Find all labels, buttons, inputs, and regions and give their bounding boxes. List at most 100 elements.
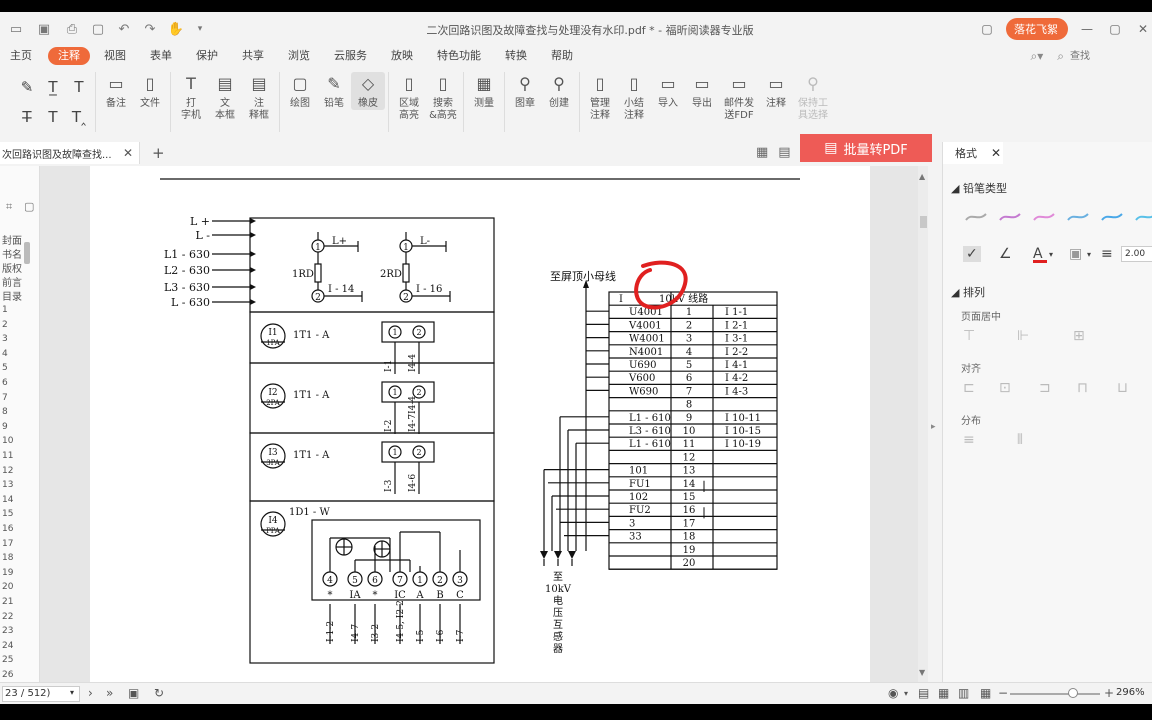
rotate-page-icon[interactable]: ↻ <box>154 686 164 700</box>
page-dropdown-icon[interactable]: ▾ <box>70 688 74 697</box>
pencil-style-swatch[interactable] <box>997 206 1023 226</box>
zoom-slider-knob[interactable] <box>1068 688 1078 698</box>
pencil-tool[interactable]: ✎ 铅笔 <box>317 72 351 110</box>
redo-icon[interactable]: ↷ <box>140 19 160 39</box>
menu-help[interactable]: 帮助 <box>541 47 583 65</box>
squiggly-text-icon[interactable]: T <box>66 72 92 102</box>
customize-dropdown-icon[interactable]: ▾ <box>190 19 210 39</box>
page-number-field[interactable]: 23 / 512) <box>2 686 80 702</box>
outline-line-number[interactable]: 24 <box>2 641 13 651</box>
typewriter-tool[interactable]: T 打 字机 <box>174 72 208 122</box>
manage-comments-tool[interactable]: ▯ 管理 注释 <box>583 72 617 122</box>
align-bottom-icon[interactable]: ⊔ <box>1117 380 1128 396</box>
insert-text-icon[interactable]: T‸ <box>66 102 92 132</box>
list-view-icon[interactable]: ▤ <box>778 145 790 160</box>
document-view[interactable]: ◂ L +L -L1 - 630L2 - 630L3 - 630L - 6301… <box>40 166 928 682</box>
outline-line-number[interactable]: 1 <box>2 305 8 315</box>
shape-tool[interactable]: ▢ 绘图 <box>283 72 317 110</box>
zoom-level[interactable]: 296% <box>1116 687 1145 698</box>
center-both-icon[interactable]: ⊞ <box>1073 328 1085 344</box>
outline-line-number[interactable]: 21 <box>2 597 13 607</box>
distribute-vertical-icon[interactable]: ⫴ <box>1017 432 1023 448</box>
create-stamp-tool[interactable]: ⚲ 创建 <box>542 72 576 110</box>
zoom-slider[interactable] <box>1010 693 1100 695</box>
document-scrollbar[interactable]: ▲ ▼ <box>918 166 928 682</box>
pencil-style-swatch[interactable] <box>963 206 989 226</box>
close-tab-icon[interactable]: ✕ <box>123 146 133 160</box>
import-tool[interactable]: ▭ 导入 <box>651 72 685 110</box>
bookmark-icon[interactable]: ⌗ <box>6 200 12 214</box>
new-tab-icon[interactable]: + <box>152 144 165 162</box>
minimize-icon[interactable]: — <box>1078 20 1096 38</box>
open-folder-icon[interactable]: ▭ <box>6 19 26 39</box>
outline-line-number[interactable]: 11 <box>2 451 13 461</box>
maximize-icon[interactable]: ▢ <box>1106 20 1124 38</box>
outline-line-number[interactable]: 10 <box>2 436 13 446</box>
pencil-style-swatch[interactable] <box>1031 206 1057 226</box>
file-attach-tool[interactable]: ▯ 文件 <box>133 72 167 110</box>
collapse-right-icon[interactable]: ▸ <box>931 422 936 432</box>
comment-tool[interactable]: ▭ 注释 <box>759 72 793 110</box>
menu-browse[interactable]: 浏览 <box>278 47 320 65</box>
summarize-comments-tool[interactable]: ▯ 小结 注释 <box>617 72 651 122</box>
zoom-out-icon[interactable]: − <box>998 686 1008 700</box>
outline-line-number[interactable]: 26 <box>2 670 13 680</box>
align-top-icon[interactable]: ⊓ <box>1077 380 1088 396</box>
export-tool[interactable]: ▭ 导出 <box>685 72 719 110</box>
format-tab[interactable]: 格式 ✕ <box>943 142 1003 164</box>
read-mode-icon[interactable]: ◉ <box>888 686 898 700</box>
menu-view[interactable]: 视图 <box>94 47 136 65</box>
outline-line-number[interactable]: 3 <box>2 334 8 344</box>
strikeout-text-icon[interactable]: T̶ <box>14 102 40 132</box>
document-tab[interactable]: 次回路识图及故障查找... ✕ <box>0 142 140 164</box>
measure-tool[interactable]: ▦ 测量 <box>467 72 501 110</box>
outline-line-number[interactable]: 13 <box>2 480 13 490</box>
batch-convert-pdf-button[interactable]: ▤ 批量转PDF <box>800 134 932 162</box>
eraser-tool[interactable]: ◇ 橡皮 <box>351 72 385 110</box>
replace-text-icon[interactable]: T <box>40 102 66 132</box>
outline-line-number[interactable]: 18 <box>2 553 13 563</box>
outline-line-number[interactable]: 5 <box>2 363 8 373</box>
area-highlight-tool[interactable]: ▯ 区域 高亮 <box>392 72 426 122</box>
search-options-icon[interactable]: ⌕▾ <box>1031 49 1044 64</box>
grid-view-icon[interactable]: ▦ <box>756 145 768 160</box>
pencil-style-icon[interactable]: ✓ <box>963 246 981 262</box>
hand-tool-icon[interactable]: ✋ <box>166 19 186 39</box>
underline-text-icon[interactable]: T̲ <box>40 72 66 102</box>
next-page-icon[interactable]: › <box>88 686 93 700</box>
scroll-down-icon[interactable]: ▼ <box>919 668 925 677</box>
note-tool[interactable]: ▭ 备注 <box>99 72 133 110</box>
close-panel-icon[interactable]: ✕ <box>991 146 1001 160</box>
user-account-button[interactable]: 落花飞絮 <box>1006 18 1068 40</box>
menu-comment[interactable]: 注释 <box>48 47 90 65</box>
align-right-icon[interactable]: ⊐ <box>1039 380 1051 396</box>
textbox-tool[interactable]: ▤ 文 本框 <box>208 72 242 122</box>
outline-line-number[interactable]: 2 <box>2 320 8 330</box>
highlight-icon[interactable]: ✎ <box>14 72 40 102</box>
outline-line-number[interactable]: 16 <box>2 524 13 534</box>
scroll-up-icon[interactable]: ▲ <box>919 172 925 181</box>
outline-line-number[interactable]: 6 <box>2 378 8 388</box>
menu-features[interactable]: 特色功能 <box>427 47 491 65</box>
read-mode-dropdown-icon[interactable]: ▾ <box>904 689 908 698</box>
email-fdf-tool[interactable]: ▭ 邮件发 送FDF <box>719 72 759 122</box>
opacity-icon[interactable]: ▣ <box>1069 246 1082 262</box>
outline-line-number[interactable]: 17 <box>2 539 13 549</box>
print-icon[interactable]: ⎙ <box>62 19 82 39</box>
save-icon[interactable]: ▣ <box>34 19 54 39</box>
menu-cloud[interactable]: 云服务 <box>324 47 377 65</box>
outline-line-number[interactable]: 19 <box>2 568 13 578</box>
align-center-icon[interactable]: ⊡ <box>999 380 1011 396</box>
menu-slideshow[interactable]: 放映 <box>381 47 423 65</box>
outline-line-number[interactable]: 9 <box>2 422 8 432</box>
outline-line-number[interactable]: 20 <box>2 582 13 592</box>
center-vertical-icon[interactable]: ⊩ <box>1017 328 1029 344</box>
align-left-icon[interactable]: ⊏ <box>963 380 975 396</box>
outline-line-number[interactable]: 12 <box>2 466 13 476</box>
two-page-icon[interactable]: ▥ <box>958 686 969 700</box>
center-horizontal-icon[interactable]: ⊤ <box>963 328 975 344</box>
outline-line-number[interactable]: 23 <box>2 626 13 636</box>
line-color-dropdown-icon[interactable]: ▾ <box>1049 250 1053 259</box>
last-page-icon[interactable]: » <box>106 686 113 700</box>
pencil-style-swatch[interactable] <box>1133 206 1152 226</box>
